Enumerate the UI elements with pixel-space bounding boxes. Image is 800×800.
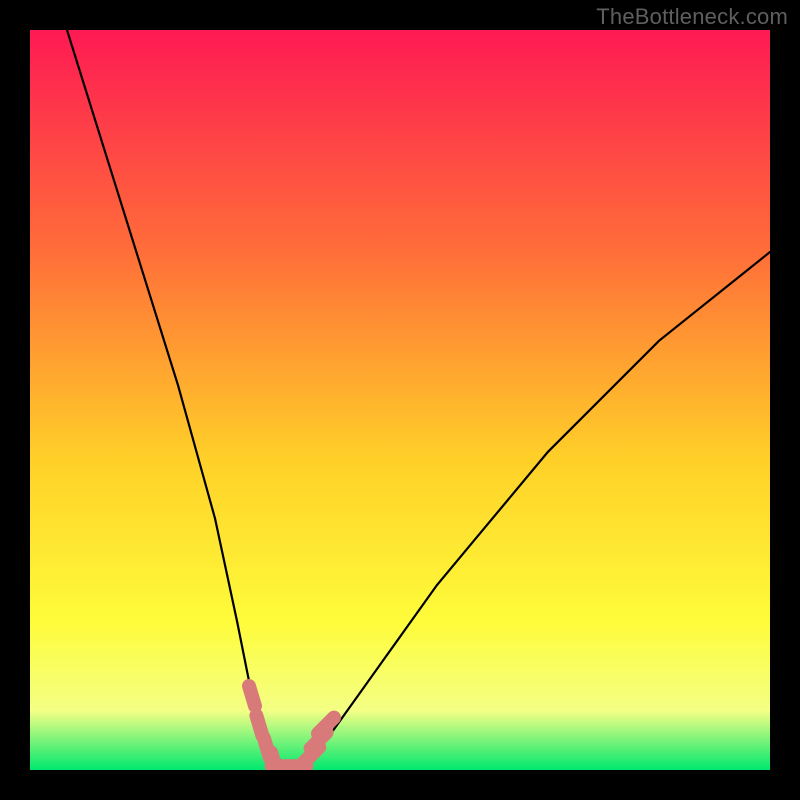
marker-dash <box>249 686 255 706</box>
chart-frame: TheBottleneck.com <box>0 0 800 800</box>
watermark-text: TheBottleneck.com <box>596 4 788 30</box>
gradient-background <box>30 30 770 770</box>
chart-svg <box>30 30 770 770</box>
plot-area <box>30 30 770 770</box>
